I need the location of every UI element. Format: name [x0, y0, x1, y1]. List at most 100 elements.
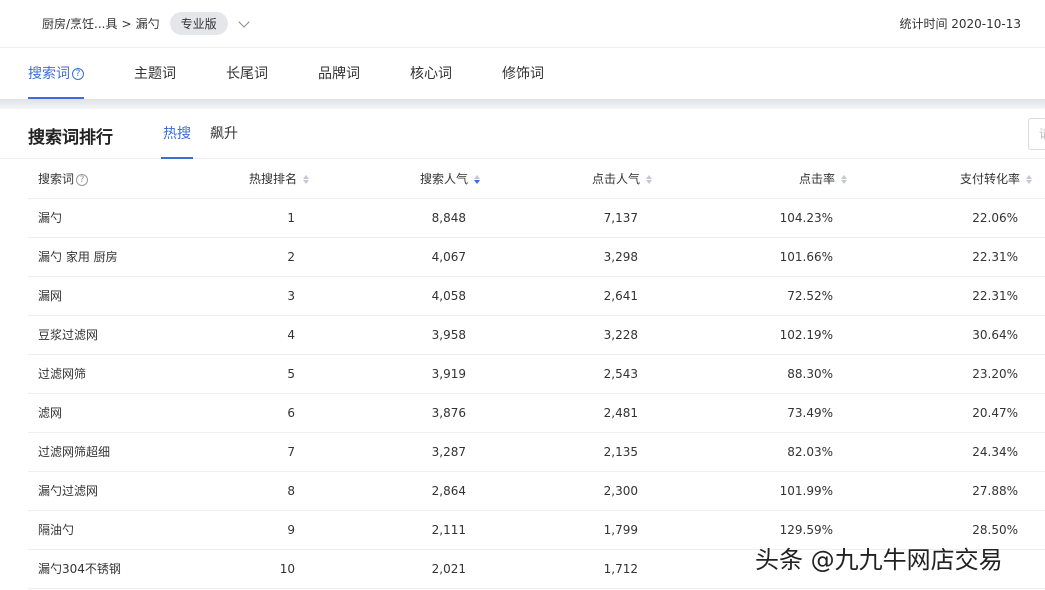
tab-label: 品牌词 — [318, 66, 360, 82]
tab-label: 核心词 — [410, 66, 452, 82]
tab-search-words[interactable]: 搜索词 ? — [28, 49, 84, 99]
cell-rank: 10 — [279, 562, 295, 576]
breadcrumb-category[interactable]: 厨房/烹饪...具 — [42, 15, 118, 32]
cell-search-popularity: 4,067 — [431, 250, 466, 264]
table-row[interactable]: 漏勺过滤网 8 2,864 2,300 101.99% 27.88% — [28, 472, 1045, 511]
table-row[interactable]: 漏勺 家用 厨房 2 4,067 3,298 101.66% 22.31% — [28, 238, 1045, 277]
cell-click-popularity: 2,481 — [603, 406, 638, 420]
cell-search-popularity: 4,058 — [431, 289, 466, 303]
cell-click-popularity: 2,300 — [603, 484, 638, 498]
table-row[interactable]: 滤网 6 3,876 2,481 73.49% 20.47% — [28, 394, 1045, 433]
cell-rank: 4 — [287, 328, 295, 342]
help-icon[interactable]: ? — [72, 68, 84, 80]
cell-conversion-rate: 22.31% — [972, 250, 1018, 264]
cell-rank: 9 — [287, 523, 295, 537]
ranking-header: 搜索词排行 热搜 飙升 请 — [0, 109, 1045, 159]
cell-keyword[interactable]: 漏勺 家用 厨房 — [38, 238, 118, 277]
breadcrumb-separator: > — [121, 16, 132, 31]
tab-brand-words[interactable]: 品牌词 — [318, 49, 360, 99]
column-search-word: 搜索词 ? — [38, 160, 89, 199]
table-row[interactable]: 豆浆过滤网 4 3,958 3,228 102.19% 30.64% — [28, 316, 1045, 355]
cell-click-popularity: 1,712 — [603, 562, 638, 576]
ranking-card: 搜索词排行 热搜 飙升 请 搜索词 ? 热搜排名 搜索人气 点击人气 点击率 支… — [0, 109, 1045, 590]
cell-conversion-rate: 30.64% — [972, 328, 1018, 342]
help-icon[interactable]: ? — [76, 173, 89, 186]
cell-search-popularity: 2,111 — [431, 523, 466, 537]
section-divider — [0, 99, 1045, 109]
cell-rank: 1 — [287, 211, 295, 225]
cell-keyword[interactable]: 漏网 — [38, 277, 62, 316]
cell-keyword[interactable]: 漏勺 — [38, 199, 62, 238]
subtab-rising[interactable]: 飙升 — [210, 109, 238, 159]
search-input[interactable]: 请 — [1028, 118, 1045, 150]
cell-search-popularity: 3,287 — [431, 445, 466, 459]
tab-label: 长尾词 — [226, 66, 268, 82]
sort-icon[interactable] — [646, 175, 652, 184]
chevron-down-icon[interactable] — [237, 15, 250, 28]
column-hot-rank[interactable]: 热搜排名 — [249, 160, 309, 199]
cell-click-popularity: 2,641 — [603, 289, 638, 303]
cell-click-rate: 101.99% — [779, 484, 833, 498]
table-row[interactable]: 过滤网筛超细 7 3,287 2,135 82.03% 24.34% — [28, 433, 1045, 472]
cell-click-rate: 102.19% — [779, 328, 833, 342]
column-click-rate[interactable]: 点击率 — [799, 160, 847, 199]
cell-conversion-rate: 22.31% — [972, 289, 1018, 303]
cell-search-popularity: 2,021 — [431, 562, 466, 576]
column-label: 搜索词 — [38, 172, 75, 186]
cell-rank: 2 — [287, 250, 295, 264]
cell-conversion-rate: 27.88% — [972, 484, 1018, 498]
sort-icon[interactable] — [303, 175, 309, 184]
watermark: 头条 @九九牛网店交易 — [755, 546, 1003, 574]
cell-click-popularity: 1,799 — [603, 523, 638, 537]
column-label: 热搜排名 — [248, 172, 297, 186]
cell-click-popularity: 3,298 — [603, 250, 638, 264]
sort-icon[interactable] — [841, 175, 847, 184]
tab-label: 修饰词 — [502, 66, 544, 82]
cell-keyword[interactable]: 漏勺过滤网 — [38, 472, 98, 511]
tab-longtail-words[interactable]: 长尾词 — [226, 49, 268, 99]
column-click-popularity[interactable]: 点击人气 — [592, 160, 652, 199]
cell-click-popularity: 2,543 — [603, 367, 638, 381]
column-label: 支付转化率 — [959, 172, 1020, 186]
edition-badge[interactable]: 专业版 — [169, 12, 228, 35]
column-label: 点击人气 — [591, 172, 640, 186]
cell-click-rate: 73.49% — [787, 406, 833, 420]
column-conversion-rate[interactable]: 支付转化率 — [960, 160, 1032, 199]
breadcrumb-item[interactable]: 漏勺 — [136, 15, 160, 32]
ranking-title: 搜索词排行 — [28, 128, 113, 148]
cell-rank: 6 — [287, 406, 295, 420]
cell-click-popularity: 3,228 — [603, 328, 638, 342]
cell-keyword[interactable]: 过滤网筛超细 — [38, 433, 110, 472]
table-row[interactable]: 漏勺 1 8,848 7,137 104.23% 22.06% — [28, 199, 1045, 238]
cell-search-popularity: 3,876 — [431, 406, 466, 420]
cell-click-popularity: 2,135 — [603, 445, 638, 459]
cell-keyword[interactable]: 漏勺304不锈钢 — [38, 550, 121, 589]
column-search-popularity[interactable]: 搜索人气 — [420, 160, 480, 199]
cell-click-rate: 104.23% — [779, 211, 833, 225]
cell-click-rate: 72.52% — [787, 289, 833, 303]
cell-click-rate: 88.30% — [787, 367, 833, 381]
tab-label: 主题词 — [134, 66, 176, 82]
cell-search-popularity: 3,919 — [431, 367, 466, 381]
cell-search-popularity: 3,958 — [431, 328, 466, 342]
tab-core-words[interactable]: 核心词 — [410, 49, 452, 99]
tab-modifier-words[interactable]: 修饰词 — [502, 49, 544, 99]
cell-search-popularity: 2,864 — [431, 484, 466, 498]
tab-topic-words[interactable]: 主题词 — [134, 49, 176, 99]
table-row[interactable]: 漏网 3 4,058 2,641 72.52% 22.31% — [28, 277, 1045, 316]
cell-keyword[interactable]: 隔油勺 — [38, 511, 74, 550]
sort-desc-icon[interactable] — [474, 175, 480, 184]
column-label: 点击率 — [798, 172, 835, 186]
table-header: 搜索词 ? 热搜排名 搜索人气 点击人气 点击率 支付转化率 — [28, 160, 1045, 199]
cell-keyword[interactable]: 过滤网筛 — [38, 355, 86, 394]
cell-click-rate: 82.03% — [787, 445, 833, 459]
stat-time: 统计时间 2020-10-13 — [899, 17, 1021, 31]
table-row[interactable]: 过滤网筛 5 3,919 2,543 88.30% 23.20% — [28, 355, 1045, 394]
cell-keyword[interactable]: 滤网 — [38, 394, 62, 433]
cell-conversion-rate: 20.47% — [972, 406, 1018, 420]
sort-icon[interactable] — [1026, 175, 1032, 184]
cell-keyword[interactable]: 豆浆过滤网 — [38, 316, 98, 355]
cell-rank: 5 — [287, 367, 295, 381]
cell-click-rate: 101.66% — [779, 250, 833, 264]
subtab-hot-search[interactable]: 热搜 — [161, 109, 193, 159]
